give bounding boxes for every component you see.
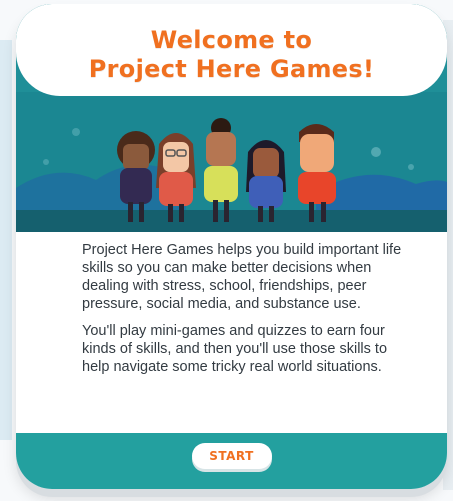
intro-paragraph-1: Project Here Games helps you build impor… — [82, 242, 402, 312]
welcome-card: Welcome to Project Here Games! Project H… — [16, 4, 447, 489]
title-line-1: Welcome to — [150, 26, 313, 54]
card-footer: START — [16, 433, 447, 489]
intro-paragraph-2: You'll play mini-games and quizzes to ea… — [82, 323, 388, 375]
page: Welcome to Project Here Games! Project H… — [0, 0, 453, 501]
title-line-2: Project Here Games! — [88, 55, 375, 83]
page-title: Welcome to Project Here Games! — [16, 4, 447, 84]
background-strip — [0, 40, 12, 440]
start-button[interactable]: START — [191, 443, 272, 469]
characters-illustration — [16, 92, 447, 232]
card-header: Welcome to Project Here Games! — [16, 4, 447, 96]
teens-group-icon — [16, 92, 447, 232]
intro-text: Project Here Games helps you build impor… — [82, 241, 412, 385]
